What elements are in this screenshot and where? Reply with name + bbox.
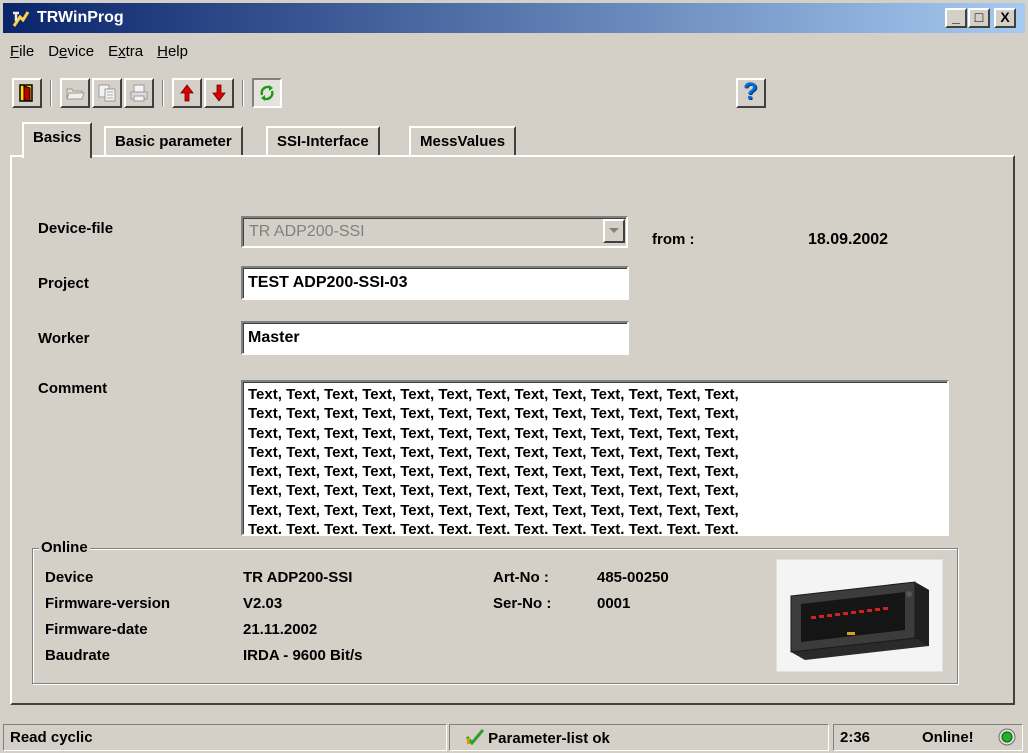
menu-device[interactable]: Device [41,40,101,63]
ser-no-label: Ser-No : [493,595,552,612]
upload-button[interactable] [172,78,202,108]
menu-help[interactable]: Help [150,40,195,63]
online-led-icon [998,728,1016,746]
comment-line: Text, Text, Text, Text, Text, Text, Text… [248,386,739,403]
tab-ssi-interface[interactable]: SSI-Interface [266,126,380,156]
exit-icon [19,84,33,102]
copy-icon [98,84,116,102]
exit-button[interactable] [12,78,42,108]
comment-line: Text, Text, Text, Text, Text, Text, Text… [248,463,739,481]
worker-label: Worker [38,330,90,347]
status-parameter: Parameter-list ok [449,724,829,751]
comment-line: Text, Text, Text, Text, Text, Text, Text… [248,521,739,536]
device-value: TR ADP200-SSI [243,569,353,586]
from-label: from : [652,231,695,248]
close-button[interactable]: X [994,8,1016,28]
tab-basic-parameter[interactable]: Basic parameter [104,126,243,156]
firmware-version-label: Firmware-version [45,595,171,612]
device-image [776,559,943,672]
comment-line: Text, Text, Text, Text, Text, Text, Text… [248,405,739,423]
open-folder-icon [66,88,85,100]
maximize-button[interactable]: □ [968,8,990,28]
device-file-value: TR ADP200-SSI [249,223,365,240]
menu-bar: File Device Extra Help [3,40,195,64]
menu-extra[interactable]: Extra [101,40,150,63]
baudrate-label: Baudrate [45,647,111,664]
firmware-date-value: 21.11.2002 [243,621,318,638]
print-button[interactable] [124,78,154,108]
comment-textarea[interactable]: Text, Text, Text, Text, Text, Text, Text… [241,380,949,536]
dropdown-button[interactable] [603,219,625,243]
app-icon [12,11,30,27]
status-online-text: Online! [922,729,974,746]
help-button[interactable]: ? [736,78,766,108]
minimize-button[interactable]: _ [945,8,967,28]
help-icon: ? [743,78,758,105]
status-time: 2:36 [840,729,871,746]
ser-no-value: 0001 [597,595,631,612]
comment-line: Text, Text, Text, Text, Text, Text, Text… [248,482,739,500]
copy-button[interactable] [92,78,122,108]
status-parameter-text: Parameter-list ok [488,730,610,747]
comment-line: Text, Text, Text, Text, Text, Text, Text… [248,501,739,519]
print-icon [130,84,148,102]
checkmark-icon [465,729,485,746]
from-date: 18.09.2002 [808,231,889,248]
online-legend: Online [39,539,90,556]
status-mode: Read cyclic [3,724,447,751]
firmware-version-value: V2.03 [243,595,283,612]
cyclic-refresh-icon [260,85,274,101]
status-online: 2:36 Online! [833,724,1023,751]
project-label: Project [38,275,89,292]
download-arrow-icon [212,84,226,102]
open-button[interactable] [60,78,90,108]
firmware-date-label: Firmware-date [45,621,148,638]
tab-basics[interactable]: Basics [22,122,93,158]
chevron-down-icon [609,228,619,233]
comment-line: Text, Text, Text, Text, Text, Text, Text… [248,443,739,461]
worker-input[interactable]: Master [241,321,629,355]
comment-label: Comment [38,380,108,397]
window-title: TRWinProg [37,9,124,26]
device-label: Device [45,569,94,586]
baudrate-value: IRDA - 9600 Bit/s [243,647,363,664]
cyclic-refresh-button[interactable] [252,78,282,108]
art-no-value: 485-00250 [597,569,669,586]
art-no-label: Art-No : [493,569,549,586]
upload-arrow-icon [180,84,194,102]
title-bar[interactable]: TRWinProg _ □ X [3,3,1025,33]
project-input[interactable]: TEST ADP200-SSI-03 [241,266,629,300]
menu-file[interactable]: File [3,40,41,63]
comment-line: Text, Text, Text, Text, Text, Text, Text… [248,424,739,442]
tab-messvalues[interactable]: MessValues [409,126,517,156]
download-button[interactable] [204,78,234,108]
device-file-select[interactable]: TR ADP200-SSI [241,216,628,248]
device-file-label: Device-file [38,220,114,237]
